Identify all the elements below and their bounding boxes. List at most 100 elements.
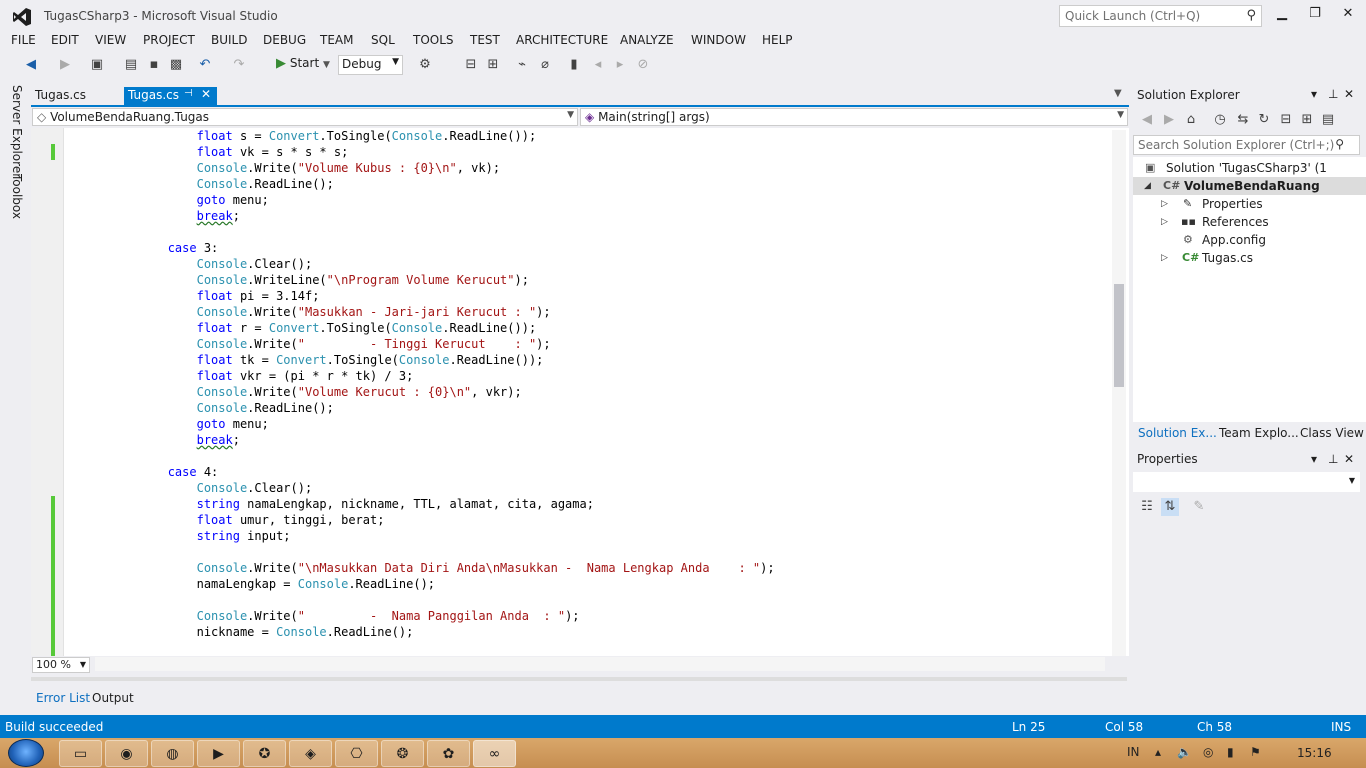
- quick-launch-input[interactable]: Quick Launch (Ctrl+Q) ⚲: [1059, 5, 1262, 27]
- code-editor[interactable]: float s = Convert.ToSingle(Console.ReadL…: [31, 128, 1129, 656]
- collapse-icon[interactable]: ⊟: [1277, 111, 1295, 129]
- show-all-icon[interactable]: ⊞: [1298, 111, 1316, 129]
- tree-item-project[interactable]: ◢ C# VolumeBendaRuang: [1133, 177, 1366, 195]
- media-player-taskbar-icon[interactable]: ▶: [197, 740, 240, 767]
- tree-item-references[interactable]: ▷ ▪▪ References: [1133, 213, 1366, 231]
- tree-item-app-config[interactable]: ⚙ App.config: [1133, 231, 1366, 249]
- collapsed-arrow-icon[interactable]: ▷: [1161, 213, 1168, 231]
- horizontal-scrollbar[interactable]: [95, 657, 1105, 671]
- layout-icon[interactable]: ⊞: [484, 56, 502, 74]
- categorized-icon[interactable]: ☷: [1138, 498, 1156, 516]
- chrome-taskbar-icon[interactable]: ◍: [151, 740, 194, 767]
- menu-test[interactable]: TEST: [470, 33, 500, 47]
- prev-bookmark-icon[interactable]: ◂: [589, 56, 607, 74]
- visual-studio-taskbar-icon[interactable]: ∞: [473, 740, 516, 767]
- minimize-button[interactable]: ▁: [1268, 6, 1296, 26]
- app-taskbar-icon[interactable]: ✪: [243, 740, 286, 767]
- clear-bookmark-icon[interactable]: ⊘: [634, 56, 652, 74]
- back-icon[interactable]: ◀: [1138, 111, 1156, 129]
- type-dropdown[interactable]: ◇ VolumeBendaRuang.Tugas ▼: [32, 108, 578, 126]
- firefox-taskbar-icon[interactable]: ◉: [105, 740, 148, 767]
- comment-icon[interactable]: ⌁: [513, 56, 531, 74]
- expanded-arrow-icon[interactable]: ◢: [1144, 177, 1151, 195]
- menu-edit[interactable]: EDIT: [51, 33, 79, 47]
- menu-build[interactable]: BUILD: [211, 33, 247, 47]
- clock[interactable]: 15:16: [1297, 746, 1332, 760]
- pin-icon[interactable]: ⊥: [1328, 87, 1338, 101]
- menu-architecture[interactable]: ARCHITECTURE: [516, 33, 608, 47]
- collapsed-arrow-icon[interactable]: ▷: [1161, 195, 1168, 213]
- tree-item-tugas-cs[interactable]: ▷ C# Tugas.cs: [1133, 249, 1366, 267]
- vertical-scrollbar[interactable]: [1112, 130, 1126, 656]
- pin-icon[interactable]: ⊥: [1328, 452, 1338, 466]
- save-all-icon[interactable]: ▩: [167, 56, 185, 74]
- tab-team-explorer[interactable]: Team Explo...: [1219, 426, 1299, 440]
- action-center-icon[interactable]: ⚑: [1250, 745, 1261, 759]
- start-debugging-button[interactable]: ▶ Start ▼: [276, 56, 330, 74]
- close-button[interactable]: ✕: [1334, 6, 1362, 26]
- paint-taskbar-icon[interactable]: ✿: [427, 740, 470, 767]
- explorer-taskbar-icon[interactable]: ▭: [59, 740, 102, 767]
- history-icon[interactable]: ◷: [1211, 111, 1229, 129]
- output-tab[interactable]: Output: [92, 691, 134, 705]
- property-pages-icon[interactable]: ✎: [1190, 498, 1208, 516]
- undo-icon[interactable]: ↶: [196, 56, 214, 74]
- zoom-dropdown[interactable]: 100 % ▼: [32, 657, 90, 673]
- tree-item-properties[interactable]: ▷ ✎ Properties: [1133, 195, 1366, 213]
- save-icon[interactable]: ▪: [145, 56, 163, 74]
- forward-icon[interactable]: ▶: [56, 56, 74, 74]
- menu-file[interactable]: FILE: [11, 33, 36, 47]
- new-project-icon[interactable]: ▣: [88, 56, 106, 74]
- close-icon[interactable]: ✕: [1344, 452, 1354, 466]
- collapsed-arrow-icon[interactable]: ▷: [1161, 249, 1168, 267]
- tab-tugas-cs-preview[interactable]: Tugas.cs: [31, 87, 121, 105]
- refresh-icon[interactable]: ↻: [1255, 111, 1273, 129]
- source-code[interactable]: float s = Convert.ToSingle(Console.ReadL…: [81, 128, 775, 640]
- menu-project[interactable]: PROJECT: [143, 33, 195, 47]
- tree-item-solution[interactable]: ▣ Solution 'TugasCSharp3' (1 project): [1133, 159, 1366, 193]
- back-icon[interactable]: ◀: [22, 56, 40, 74]
- toolbox-tab[interactable]: Toolbox: [10, 174, 24, 219]
- tab-class-view[interactable]: Class View: [1300, 426, 1364, 440]
- menu-analyze[interactable]: ANALYZE: [620, 33, 674, 47]
- close-icon[interactable]: ✕: [1344, 87, 1354, 101]
- uncomment-icon[interactable]: ⌀: [536, 56, 554, 74]
- next-bookmark-icon[interactable]: ▸: [611, 56, 629, 74]
- network-icon[interactable]: ◎: [1203, 745, 1213, 759]
- restore-button[interactable]: ❐: [1301, 6, 1329, 26]
- panel-splitter[interactable]: [31, 677, 1127, 681]
- messenger-taskbar-icon[interactable]: ◈: [289, 740, 332, 767]
- forward-icon[interactable]: ▶: [1160, 111, 1178, 129]
- chevron-down-icon[interactable]: ▼: [1114, 88, 1122, 99]
- redo-icon[interactable]: ↷: [230, 56, 248, 74]
- pin-icon[interactable]: ⊣: [184, 88, 193, 99]
- vertical-scroll-thumb[interactable]: [1114, 284, 1124, 387]
- open-file-icon[interactable]: ▤: [122, 56, 140, 74]
- attach-icon[interactable]: ⚙: [416, 56, 434, 74]
- network-taskbar-icon[interactable]: ❂: [381, 740, 424, 767]
- acrobat-taskbar-icon[interactable]: ⎔: [335, 740, 378, 767]
- menu-help[interactable]: HELP: [762, 33, 793, 47]
- menu-view[interactable]: VIEW: [95, 33, 126, 47]
- windows-start-button[interactable]: [8, 739, 44, 767]
- battery-icon[interactable]: ▮: [1227, 745, 1234, 759]
- error-list-tab[interactable]: Error List: [36, 691, 90, 705]
- alphabetical-icon[interactable]: ⇅: [1161, 498, 1179, 516]
- solution-config-dropdown[interactable]: Debug ▼: [338, 55, 403, 75]
- member-dropdown[interactable]: ◈ Main(string[] args) ▼: [580, 108, 1128, 126]
- server-explorer-tab[interactable]: Server Explorer: [10, 85, 24, 178]
- tab-solution-explorer[interactable]: Solution Ex...: [1138, 426, 1217, 440]
- menu-team[interactable]: TEAM: [320, 33, 353, 47]
- solution-search-input[interactable]: Search Solution Explorer (Ctrl+;) ⚲: [1133, 135, 1360, 155]
- properties-object-dropdown[interactable]: ▼: [1133, 472, 1360, 492]
- menu-tools[interactable]: TOOLS: [413, 33, 454, 47]
- properties-icon[interactable]: ▤: [1319, 111, 1337, 129]
- chevron-down-icon[interactable]: ▾: [1311, 87, 1317, 101]
- sync-icon[interactable]: ⇆: [1234, 111, 1252, 129]
- close-icon[interactable]: ✕: [201, 87, 211, 101]
- menu-debug[interactable]: DEBUG: [263, 33, 306, 47]
- tab-tugas-cs-active[interactable]: Tugas.cs ⊣ ✕: [124, 87, 217, 105]
- chevron-down-icon[interactable]: ▾: [1311, 452, 1317, 466]
- bookmark-icon[interactable]: ▮: [565, 56, 583, 74]
- tray-arrow-icon[interactable]: ▴: [1155, 745, 1161, 759]
